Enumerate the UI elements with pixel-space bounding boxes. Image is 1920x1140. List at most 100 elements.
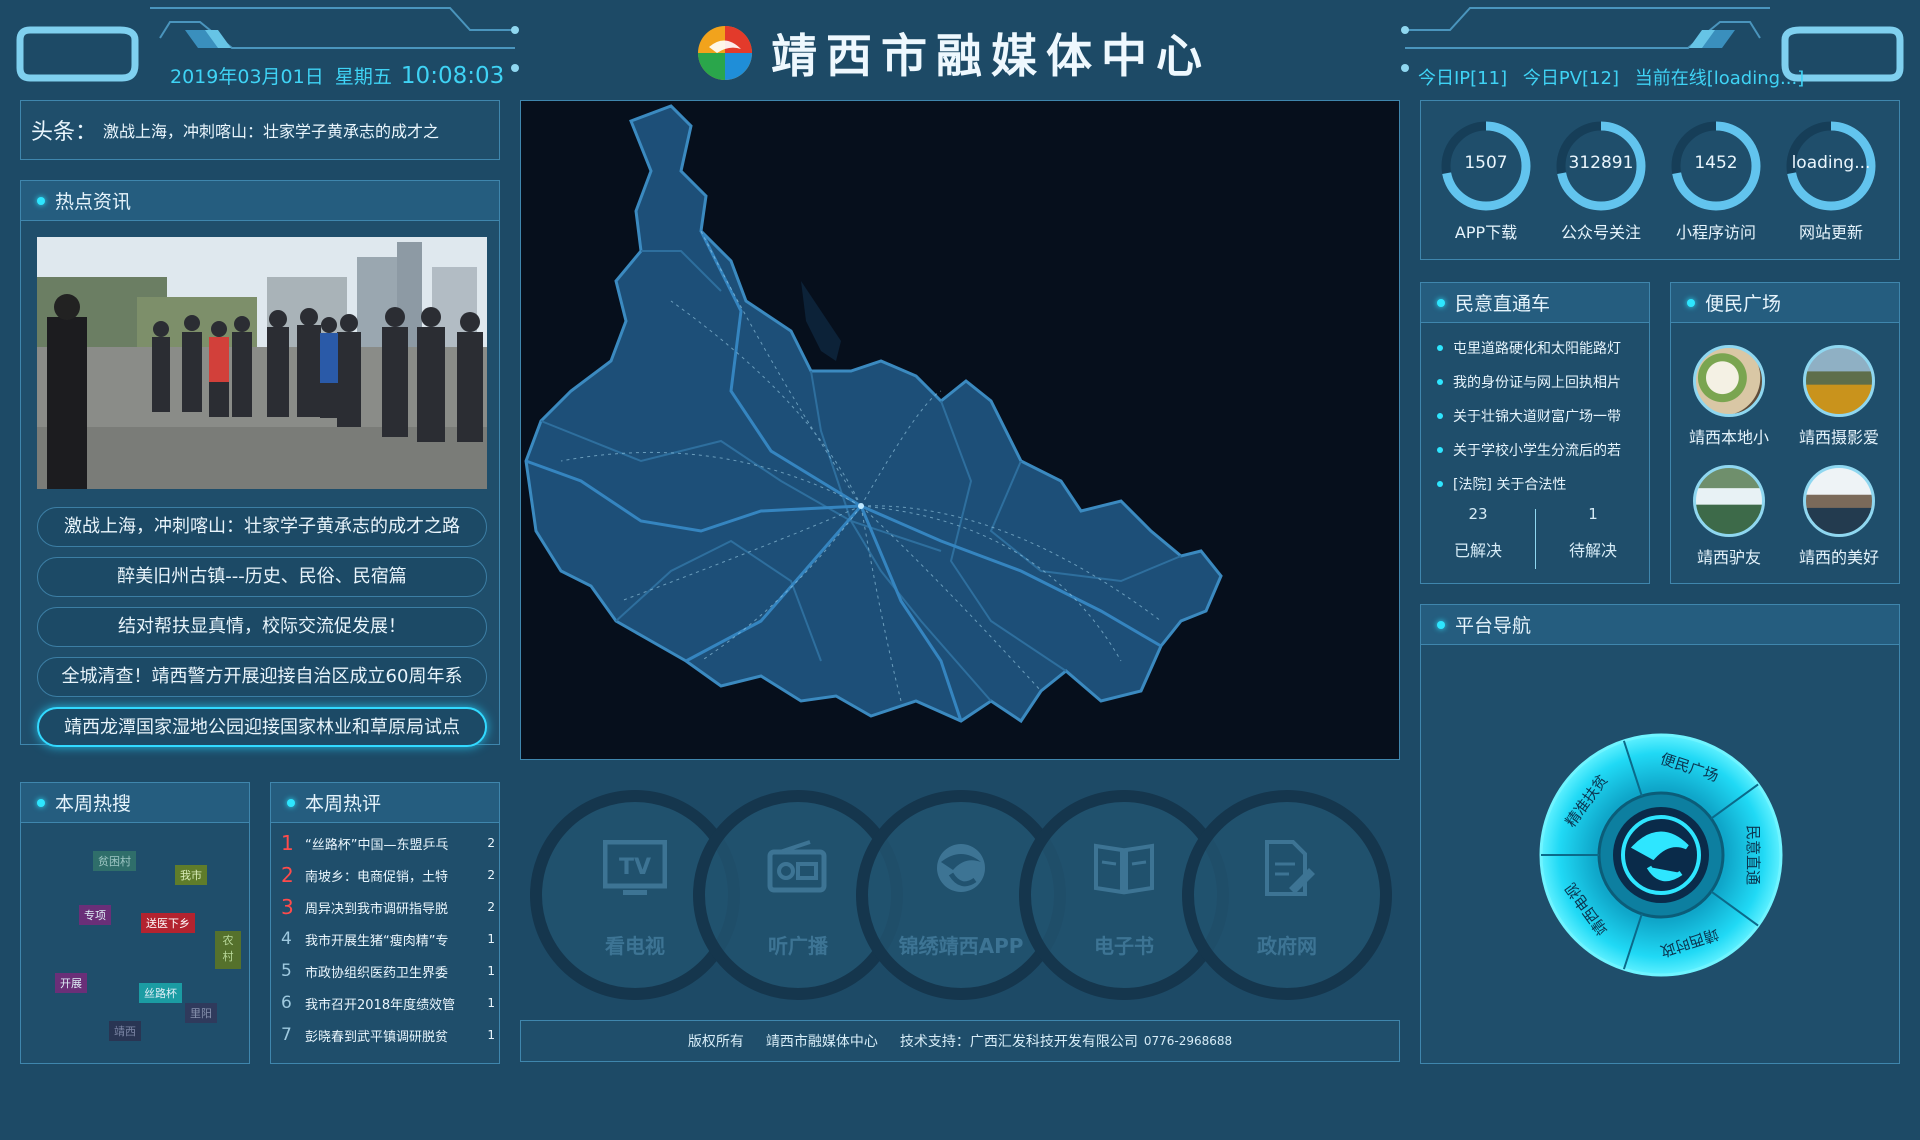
headline-bar[interactable]: 头条： 激战上海，冲刺喀山：壮家学子黄承志的成才之 [20,100,500,160]
news-item[interactable]: 全城清查！靖西警方开展迎接自治区成立60周年系 [37,657,487,697]
jingxi-map [524,104,1223,724]
weekly-search-header: 本周热搜 [21,783,249,823]
bullet-dot [1687,298,1695,307]
hot-news-title: 热点资讯 [55,191,132,213]
stats-panel: 1507 APP下载 312891 公众号关注 1452 小程序访问 loading... 网… [1420,100,1900,260]
stat-label: 公众号关注 [1560,223,1641,242]
comment-row[interactable]: 6 我市召开2018年度绩效管 1 [271,987,499,1019]
opinion-item-text[interactable]: 关于壮锦大道财富广场一带 [1453,406,1621,426]
convenience-label[interactable]: 靖西摄影爱 [1779,424,1899,448]
local-food-thumb[interactable] [1693,345,1765,417]
stat-label: APP下载 [1454,223,1518,242]
comment-rank: 7 [281,1025,292,1045]
opinion-item-text[interactable]: 屯里道路硬化和太阳能路灯 [1453,338,1621,358]
opinion-pending: 1 待解决 [1536,505,1650,561]
comment-title[interactable]: 我市召开2018年度绩效管 [305,994,475,1013]
headline-text[interactable]: 激战上海，冲刺喀山：壮家学子黄承志的成才之 [103,118,439,142]
platform-nav-title: 平台导航 [1455,615,1532,637]
comment-count: 2 [487,900,495,914]
comment-row[interactable]: 3 周异决到我市调研指导脱 2 [271,891,499,923]
footer-owner: 靖西市融媒体中心 [765,1034,878,1050]
hot-news-header: 热点资讯 [21,181,499,221]
news-item[interactable]: 醉美旧州古镇---历史、民俗、民宿篇 [37,557,487,597]
comment-row[interactable]: 4 我市开展生猪“瘦肉精”专 1 [271,923,499,955]
opinion-item-text[interactable]: [法院] 关于合法性 [1453,474,1566,494]
news-photo[interactable] [37,237,487,489]
platform-nav-panel: 平台导航 便民广场 民意直通 靖西时政 靖西电视 精准扶贫 [1420,604,1900,1064]
comment-title[interactable]: 我市开展生猪“瘦肉精”专 [305,930,475,949]
pending-count: 1 [1588,505,1598,523]
search-tag[interactable]: 我市 [175,865,207,885]
stat-value: 1507 [1464,153,1508,173]
platform-nav-wheel[interactable]: 便民广场民意直通靖西时政靖西电视精准扶贫 [1531,725,1791,985]
comment-row[interactable]: 7 彭晓春到武平镇调研脱贫 1 [271,1019,499,1051]
bullet-dot [1437,298,1445,307]
date-text: 2019年03月01日 [170,66,324,88]
date-time: 2019年03月01日 星期五 10:08:03 [170,62,504,89]
opinion-item[interactable]: 我的身份证与网上回执相片 [1421,365,1649,399]
news-item[interactable]: 靖西龙潭国家湿地公园迎接国家林业和草原局试点 [37,707,487,747]
photography-thumb[interactable] [1803,345,1875,417]
stat-value: 312891 [1568,153,1634,173]
news-item[interactable]: 激战上海，冲刺喀山：壮家学子黄承志的成才之路 [37,507,487,547]
search-tag[interactable]: 贫困村 [93,851,136,871]
comment-rank: 2 [281,863,294,887]
stat-ring: loading... 网站更新 [1786,121,1876,242]
opinion-item[interactable]: 关于壮锦大道财富广场一带 [1421,399,1649,433]
search-tag[interactable]: 丝路杯 [139,983,182,1003]
bullet-dot [1437,481,1443,487]
news-item[interactable]: 结对帮扶显真情，校际交流促发展！ [37,607,487,647]
opinion-item[interactable]: 关于学校小学生分流后的若 [1421,433,1649,467]
solved-count: 23 [1468,505,1488,523]
service-gov[interactable]: 政府网 [1182,790,1392,1000]
search-tag[interactable]: 送医下乡 [141,913,195,933]
wheel-segment-label[interactable]: 民意直通 [1744,825,1762,885]
comment-title[interactable]: 市政协组织医药卫生界委 [305,962,475,981]
opinion-panel: 民意直通车 屯里道路硬化和太阳能路灯 我的身份证与网上回执相片 关于壮锦大道财富广场… [1420,282,1650,584]
comment-rank: 1 [281,831,294,855]
opinion-item-text[interactable]: 关于学校小学生分流后的若 [1453,440,1621,460]
weekday-text: 星期五 [334,66,392,88]
convenience-label[interactable]: 靖西的美好 [1779,544,1899,568]
search-tag[interactable]: 里阳 [185,1003,217,1023]
comment-row[interactable]: 1 “丝路杯”中国—东盟乒乓 2 [271,827,499,859]
weekly-comments-title: 本周热评 [305,793,382,815]
comment-row[interactable]: 2 南坡乡：电商促销，土特 2 [271,859,499,891]
search-tag[interactable]: 开展 [55,973,87,993]
comment-count: 1 [487,932,495,946]
search-tag[interactable]: 专项 [79,905,111,925]
footer-phone: 0776-2968688 [1143,1034,1233,1048]
comment-count: 1 [487,996,495,1010]
comment-count: 2 [487,836,495,850]
opinion-header: 民意直通车 [1421,283,1649,323]
comment-rank: 5 [281,961,292,981]
weekly-search-title: 本周热搜 [55,793,132,815]
region-map[interactable] [520,100,1400,760]
convenience-label[interactable]: 靖西本地小 [1669,424,1789,448]
stat-ring: 1507 APP下载 [1441,121,1531,242]
hot-news-panel: 热点资讯 激战上海，冲刺喀山：壮家学子黄承志的成才之路 醉美旧州古镇---历史、… [20,180,500,747]
footer-copyright: 版权所有 [687,1034,744,1050]
search-tag[interactable]: 农村 [215,931,241,969]
comment-title[interactable]: 周异决到我市调研指导脱 [305,898,475,917]
convenience-label[interactable]: 靖西驴友 [1669,544,1789,568]
scenery-thumb[interactable] [1803,465,1875,537]
comment-title[interactable]: “丝路杯”中国—东盟乒乓 [305,834,475,853]
comment-title[interactable]: 南坡乡：电商促销，土特 [305,866,475,885]
opinion-item-text[interactable]: 我的身份证与网上回执相片 [1453,372,1621,392]
clock-text: 10:08:03 [400,63,505,89]
stat-label: 小程序访问 [1675,223,1756,242]
header-logo-title: 靖西市融媒体中心 [695,20,1211,86]
page-title: 靖西市融媒体中心 [771,29,1211,83]
bullet-dot [1437,447,1443,453]
comment-title[interactable]: 彭晓春到武平镇调研脱贫 [305,1026,475,1045]
weekly-comments-list: 1 “丝路杯”中国—东盟乒乓 2 2 南坡乡：电商促销，土特 2 3 周异决到我市调研指导脱 2… [271,823,499,1051]
comment-row[interactable]: 5 市政协组织医药卫生界委 1 [271,955,499,987]
opinion-item[interactable]: 屯里道路硬化和太阳能路灯 [1421,331,1649,365]
comment-rank: 4 [281,929,292,949]
search-tag[interactable]: 靖西 [109,1021,141,1041]
bullet-dot [1437,620,1445,629]
opinion-item[interactable]: [法院] 关于合法性 [1421,467,1649,501]
travel-thumb[interactable] [1693,465,1765,537]
service-label: 政府网 [1257,934,1317,958]
